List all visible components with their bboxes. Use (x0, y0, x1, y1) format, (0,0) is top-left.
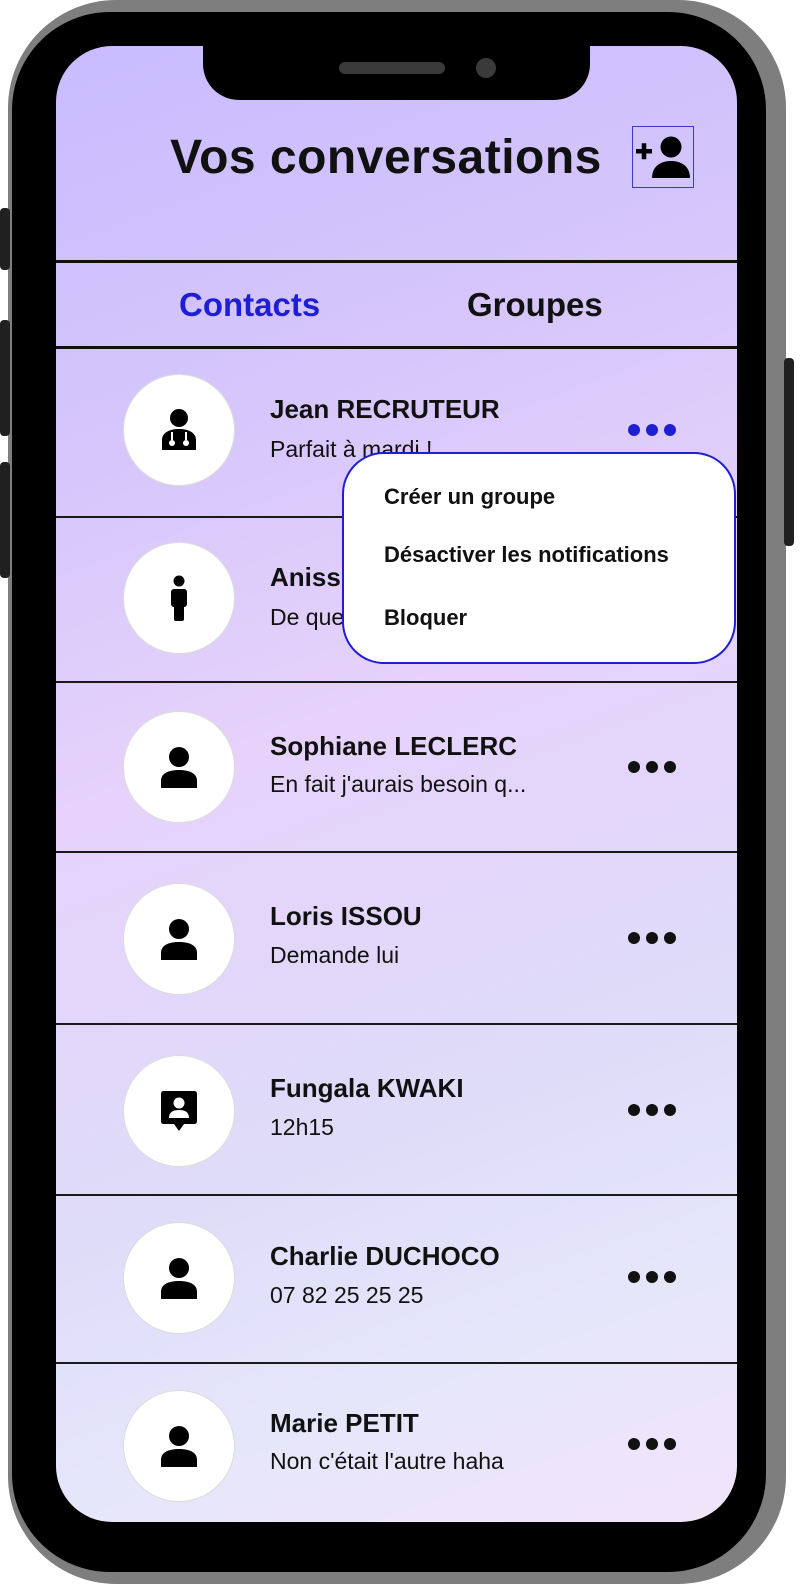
add-person-icon (636, 136, 690, 178)
avatar (123, 374, 235, 486)
message-preview: De que (270, 604, 345, 630)
contact-card-icon (161, 1091, 197, 1131)
contact-name: Sophiane LECLERC (270, 731, 518, 761)
message-preview: 12h15 (270, 1114, 334, 1140)
menu-item-create-group[interactable]: Créer un groupe (384, 484, 555, 510)
contact-name: Loris ISSOU (270, 901, 422, 931)
contact-row[interactable]: Loris ISSOU Demande lui (56, 853, 737, 1023)
avatar (123, 542, 235, 654)
more-options-button[interactable] (628, 923, 676, 953)
person-icon (161, 919, 197, 960)
contact-row[interactable]: Marie PETIT Non c'était l'autre haha (56, 1364, 737, 1522)
avatar (123, 1055, 235, 1167)
message-preview: Non c'était l'autre haha (270, 1448, 504, 1474)
avatar (123, 1390, 235, 1502)
app-screen: Vos conversations Contacts Groupes Jean … (56, 46, 737, 1522)
power-button (784, 358, 794, 546)
avatar (123, 711, 235, 823)
more-options-button[interactable] (628, 1429, 676, 1459)
page-title: Vos conversations (170, 131, 602, 184)
volume-button (0, 208, 10, 270)
contact-name: Marie PETIT (270, 1408, 419, 1438)
camera (476, 58, 496, 78)
tab-groups[interactable]: Groupes (467, 286, 603, 324)
message-preview: 07 82 25 25 25 (270, 1282, 424, 1308)
more-options-button[interactable] (628, 1095, 676, 1125)
avatar (123, 1222, 235, 1334)
avatar (123, 883, 235, 995)
contact-name: Fungala KWAKI (270, 1073, 464, 1103)
person-icon (161, 1258, 197, 1299)
contact-name: Aniss (270, 562, 341, 592)
standing-person-icon (171, 575, 187, 621)
tab-contacts[interactable]: Contacts (179, 286, 320, 324)
more-options-button[interactable] (628, 415, 676, 445)
add-contact-button[interactable] (632, 126, 694, 188)
person-icon (161, 747, 197, 788)
contact-name: Charlie DUCHOCO (270, 1241, 500, 1271)
contact-name: Jean RECRUTEUR (270, 394, 500, 424)
contact-row[interactable]: Fungala KWAKI 12h15 (56, 1025, 737, 1194)
message-preview: En fait j'aurais besoin q... (270, 771, 527, 797)
menu-item-mute-notifications[interactable]: Désactiver les notifications (384, 542, 669, 568)
more-options-button[interactable] (628, 1262, 676, 1292)
doctor-icon (162, 409, 196, 450)
message-preview: Demande lui (270, 942, 400, 968)
speaker (339, 62, 445, 74)
contact-row[interactable]: Sophiane LECLERC En fait j'aurais besoin… (56, 683, 737, 851)
volume-button (0, 462, 10, 578)
notch (203, 46, 590, 100)
context-menu: Créer un groupe Désactiver les notificat… (342, 452, 736, 664)
volume-button (0, 320, 10, 436)
contact-row[interactable]: Charlie DUCHOCO 07 82 25 25 25 (56, 1196, 737, 1362)
menu-item-block[interactable]: Bloquer (384, 605, 467, 631)
person-icon (161, 1426, 197, 1467)
more-options-button[interactable] (628, 752, 676, 782)
header-divider (56, 260, 737, 263)
